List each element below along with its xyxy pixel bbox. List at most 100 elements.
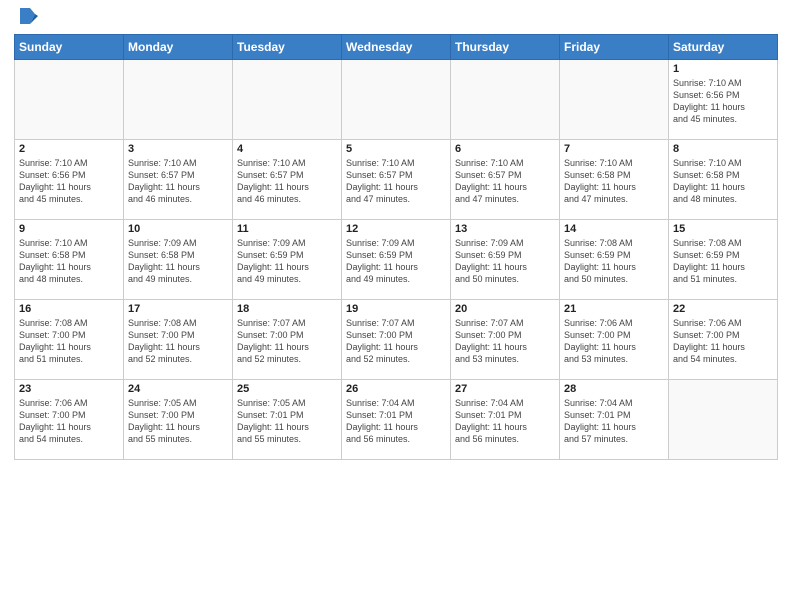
day-info: Sunrise: 7:04 AM Sunset: 7:01 PM Dayligh…	[564, 397, 664, 446]
calendar-cell: 13Sunrise: 7:09 AM Sunset: 6:59 PM Dayli…	[451, 220, 560, 300]
day-info: Sunrise: 7:05 AM Sunset: 7:01 PM Dayligh…	[237, 397, 337, 446]
calendar-cell: 24 Sunrise: 7:05 AM Sunset: 7:00 PM Dayli…	[124, 380, 233, 460]
day-number: 28	[564, 383, 664, 395]
calendar-cell: 7 Sunrise: 7:10 AM Sunset: 6:58 PM Daylig…	[560, 140, 669, 220]
day-info: Sunrise: 7:10 AM Sunset: 6:58 PM Dayligh…	[673, 157, 773, 206]
day-info: Sunrise: 7:05 AM Sunset: 7:00 PM Dayligh…	[128, 397, 228, 446]
day-info: Sunrise: 7:04 AM Sunset: 7:01 PM Dayligh…	[455, 397, 555, 446]
day-info: Sunrise: 7:06 AM Sunset: 7:00 PM Dayligh…	[19, 397, 119, 446]
calendar-cell	[560, 60, 669, 140]
day-info: Sunrise: 7:08 AM Sunset: 7:00 PM Dayligh…	[19, 317, 119, 366]
day-number: 26	[346, 383, 446, 395]
day-number: 24	[128, 383, 228, 395]
day-info: Sunrise: 7:10 AM Sunset: 6:57 PM Dayligh…	[346, 157, 446, 206]
weekday-header-thursday: Thursday	[451, 35, 560, 60]
calendar-cell: 1 Sunrise: 7:10 AM Sunset: 6:56 PM Daylig…	[669, 60, 778, 140]
day-info: Sunrise: 7:09 AM Sunset: 6:59 PM Dayligh…	[455, 237, 555, 286]
day-info: Sunrise: 7:09 AM Sunset: 6:59 PM Dayligh…	[346, 237, 446, 286]
calendar-cell: 9Sunrise: 7:10 AM Sunset: 6:58 PM Daylig…	[15, 220, 124, 300]
calendar-cell: 28 Sunrise: 7:04 AM Sunset: 7:01 PM Dayli…	[560, 380, 669, 460]
weekday-header-friday: Friday	[560, 35, 669, 60]
weekday-header-sunday: Sunday	[15, 35, 124, 60]
day-number: 8	[673, 143, 773, 155]
calendar-cell	[233, 60, 342, 140]
day-info: Sunrise: 7:06 AM Sunset: 7:00 PM Dayligh…	[673, 317, 773, 366]
weekday-header-row: SundayMondayTuesdayWednesdayThursdayFrid…	[15, 35, 778, 60]
day-info: Sunrise: 7:10 AM Sunset: 6:57 PM Dayligh…	[455, 157, 555, 206]
calendar-cell: 26 Sunrise: 7:04 AM Sunset: 7:01 PM Dayli…	[342, 380, 451, 460]
day-number: 27	[455, 383, 555, 395]
day-number: 16	[19, 303, 119, 315]
weekday-header-wednesday: Wednesday	[342, 35, 451, 60]
day-info: Sunrise: 7:09 AM Sunset: 6:59 PM Dayligh…	[237, 237, 337, 286]
calendar-cell: 12 Sunrise: 7:09 AM Sunset: 6:59 PM Dayli…	[342, 220, 451, 300]
calendar-cell: 22Sunrise: 7:06 AM Sunset: 7:00 PM Dayli…	[669, 300, 778, 380]
day-number: 7	[564, 143, 664, 155]
day-number: 23	[19, 383, 119, 395]
day-number: 4	[237, 143, 337, 155]
day-info: Sunrise: 7:04 AM Sunset: 7:01 PM Dayligh…	[346, 397, 446, 446]
calendar-cell	[669, 380, 778, 460]
day-info: Sunrise: 7:08 AM Sunset: 6:59 PM Dayligh…	[673, 237, 773, 286]
logo-icon	[16, 6, 38, 28]
week-row-4: 16 Sunrise: 7:08 AM Sunset: 7:00 PM Dayli…	[15, 300, 778, 380]
day-number: 14	[564, 223, 664, 235]
calendar-cell: 19 Sunrise: 7:07 AM Sunset: 7:00 PM Dayli…	[342, 300, 451, 380]
calendar-cell	[451, 60, 560, 140]
day-info: Sunrise: 7:10 AM Sunset: 6:58 PM Dayligh…	[564, 157, 664, 206]
calendar-cell: 4 Sunrise: 7:10 AM Sunset: 6:57 PM Daylig…	[233, 140, 342, 220]
calendar-cell: 27 Sunrise: 7:04 AM Sunset: 7:01 PM Dayli…	[451, 380, 560, 460]
day-info: Sunrise: 7:10 AM Sunset: 6:56 PM Dayligh…	[19, 157, 119, 206]
calendar: SundayMondayTuesdayWednesdayThursdayFrid…	[14, 34, 778, 460]
calendar-cell: 3 Sunrise: 7:10 AM Sunset: 6:57 PM Daylig…	[124, 140, 233, 220]
calendar-cell: 6 Sunrise: 7:10 AM Sunset: 6:57 PM Daylig…	[451, 140, 560, 220]
calendar-cell: 18 Sunrise: 7:07 AM Sunset: 7:00 PM Dayli…	[233, 300, 342, 380]
day-info: Sunrise: 7:10 AM Sunset: 6:56 PM Dayligh…	[673, 77, 773, 126]
calendar-cell: 17 Sunrise: 7:08 AM Sunset: 7:00 PM Dayli…	[124, 300, 233, 380]
day-info: Sunrise: 7:10 AM Sunset: 6:57 PM Dayligh…	[237, 157, 337, 206]
day-number: 5	[346, 143, 446, 155]
calendar-cell: 15Sunrise: 7:08 AM Sunset: 6:59 PM Dayli…	[669, 220, 778, 300]
calendar-cell: 16 Sunrise: 7:08 AM Sunset: 7:00 PM Dayli…	[15, 300, 124, 380]
calendar-cell	[15, 60, 124, 140]
calendar-cell: 2 Sunrise: 7:10 AM Sunset: 6:56 PM Daylig…	[15, 140, 124, 220]
day-number: 1	[673, 63, 773, 75]
day-number: 21	[564, 303, 664, 315]
weekday-header-tuesday: Tuesday	[233, 35, 342, 60]
day-number: 18	[237, 303, 337, 315]
calendar-cell: 11 Sunrise: 7:09 AM Sunset: 6:59 PM Dayli…	[233, 220, 342, 300]
calendar-cell: 21 Sunrise: 7:06 AM Sunset: 7:00 PM Dayli…	[560, 300, 669, 380]
day-number: 2	[19, 143, 119, 155]
day-number: 20	[455, 303, 555, 315]
calendar-cell: 14 Sunrise: 7:08 AM Sunset: 6:59 PM Dayli…	[560, 220, 669, 300]
day-number: 6	[455, 143, 555, 155]
logo	[14, 10, 38, 28]
week-row-1: 1 Sunrise: 7:10 AM Sunset: 6:56 PM Daylig…	[15, 60, 778, 140]
day-info: Sunrise: 7:08 AM Sunset: 6:59 PM Dayligh…	[564, 237, 664, 286]
day-number: 25	[237, 383, 337, 395]
week-row-2: 2 Sunrise: 7:10 AM Sunset: 6:56 PM Daylig…	[15, 140, 778, 220]
day-info: Sunrise: 7:10 AM Sunset: 6:57 PM Dayligh…	[128, 157, 228, 206]
day-info: Sunrise: 7:10 AM Sunset: 6:58 PM Dayligh…	[19, 237, 119, 286]
day-number: 11	[237, 223, 337, 235]
calendar-cell: 10 Sunrise: 7:09 AM Sunset: 6:58 PM Dayli…	[124, 220, 233, 300]
day-info: Sunrise: 7:06 AM Sunset: 7:00 PM Dayligh…	[564, 317, 664, 366]
calendar-cell	[124, 60, 233, 140]
calendar-cell	[342, 60, 451, 140]
day-info: Sunrise: 7:08 AM Sunset: 7:00 PM Dayligh…	[128, 317, 228, 366]
header	[14, 10, 778, 28]
day-info: Sunrise: 7:07 AM Sunset: 7:00 PM Dayligh…	[346, 317, 446, 366]
day-number: 10	[128, 223, 228, 235]
day-info: Sunrise: 7:07 AM Sunset: 7:00 PM Dayligh…	[237, 317, 337, 366]
week-row-5: 23 Sunrise: 7:06 AM Sunset: 7:00 PM Dayli…	[15, 380, 778, 460]
calendar-cell: 20 Sunrise: 7:07 AM Sunset: 7:00 PM Dayli…	[451, 300, 560, 380]
day-number: 17	[128, 303, 228, 315]
day-number: 19	[346, 303, 446, 315]
day-info: Sunrise: 7:09 AM Sunset: 6:58 PM Dayligh…	[128, 237, 228, 286]
day-info: Sunrise: 7:07 AM Sunset: 7:00 PM Dayligh…	[455, 317, 555, 366]
day-number: 3	[128, 143, 228, 155]
weekday-header-monday: Monday	[124, 35, 233, 60]
day-number: 12	[346, 223, 446, 235]
weekday-header-saturday: Saturday	[669, 35, 778, 60]
calendar-cell: 5 Sunrise: 7:10 AM Sunset: 6:57 PM Daylig…	[342, 140, 451, 220]
